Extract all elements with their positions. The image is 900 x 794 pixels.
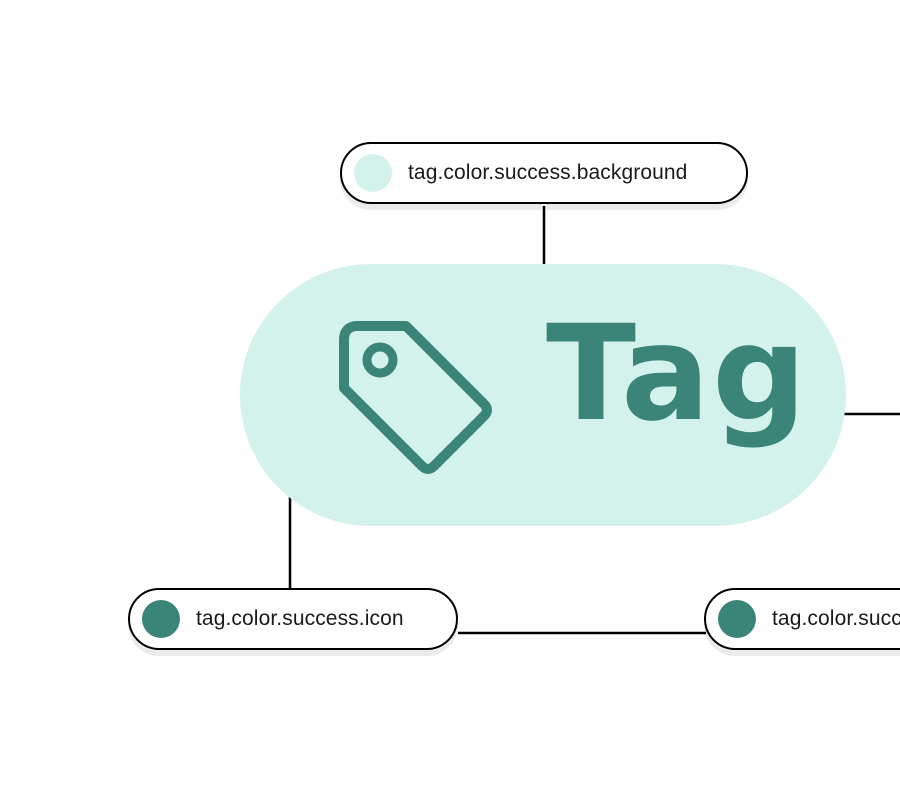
tag-component: Tag [240, 264, 846, 526]
token-pill-text: tag.color.success.text [704, 588, 900, 650]
token-label-text: tag.color.success.text [772, 607, 900, 630]
tag-icon [339, 321, 492, 474]
color-swatch-icon [142, 600, 180, 638]
color-swatch-text [718, 600, 756, 638]
token-pill-background: tag.color.success.background [340, 142, 748, 204]
token-pill-icon: tag.color.success.icon [128, 588, 458, 650]
token-diagram: Tag tag.color.success.background tag.col… [0, 0, 900, 794]
token-label-background: tag.color.success.background [408, 161, 688, 184]
color-swatch-background [354, 154, 392, 192]
tag-label: Tag [546, 297, 809, 451]
token-label-icon: tag.color.success.icon [196, 607, 404, 630]
